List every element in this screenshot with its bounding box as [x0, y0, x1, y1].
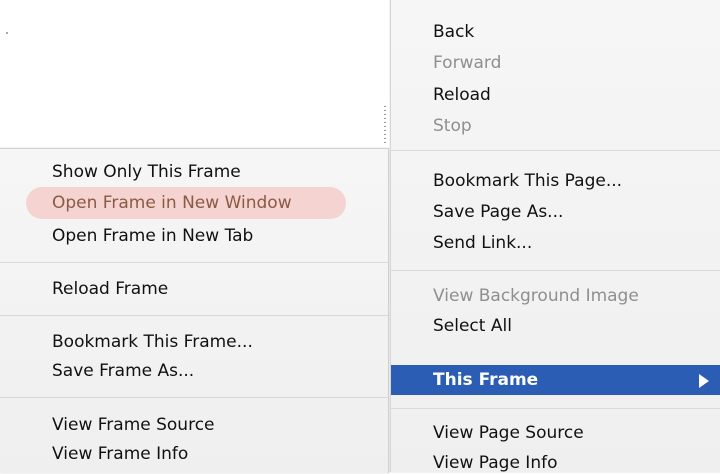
menu-item-this-frame[interactable]: This Frame — [391, 365, 720, 395]
menu-item-back[interactable]: Back — [391, 21, 720, 43]
menu-separator — [0, 397, 388, 398]
frame-submenu: Show Only This Frame Open Frame in New W… — [0, 148, 389, 473]
menu-item-view-background-image[interactable]: View Background Image — [391, 285, 720, 307]
menu-separator — [391, 270, 720, 271]
menu-item-view-page-source[interactable]: View Page Source — [391, 422, 720, 444]
menu-item-bookmark-this-frame[interactable]: Bookmark This Frame... — [0, 331, 388, 353]
menu-grip — [384, 106, 386, 146]
menu-item-select-all[interactable]: Select All — [391, 315, 720, 337]
submenu-arrow-icon — [699, 374, 709, 388]
menu-item-view-frame-info[interactable]: View Frame Info — [0, 443, 388, 465]
menu-item-save-frame-as[interactable]: Save Frame As... — [0, 360, 388, 382]
menu-separator — [0, 262, 388, 263]
menu-separator — [391, 150, 720, 151]
menu-item-forward[interactable]: Forward — [391, 52, 720, 74]
menu-separator — [0, 315, 388, 316]
menu-item-reload[interactable]: Reload — [391, 84, 720, 106]
menu-item-this-frame-label: This Frame — [433, 370, 539, 390]
menu-item-view-page-info[interactable]: View Page Info — [391, 452, 720, 474]
menu-item-show-only-this-frame[interactable]: Show Only This Frame — [0, 161, 388, 183]
menu-item-reload-frame[interactable]: Reload Frame — [0, 278, 388, 300]
menu-separator — [391, 408, 720, 409]
context-menu: Back Forward Reload Stop Bookmark This P… — [390, 0, 720, 474]
menu-item-save-page-as[interactable]: Save Page As... — [391, 201, 720, 223]
menu-item-bookmark-page[interactable]: Bookmark This Page... — [391, 170, 720, 192]
menu-item-stop[interactable]: Stop — [391, 115, 720, 137]
menu-item-view-frame-source[interactable]: View Frame Source — [0, 414, 388, 436]
menu-item-open-frame-new-tab[interactable]: Open Frame in New Tab — [0, 225, 388, 247]
menu-item-open-frame-new-window[interactable]: Open Frame in New Window — [0, 192, 388, 214]
stray-dot — [6, 32, 8, 34]
menu-item-send-link[interactable]: Send Link... — [391, 232, 720, 254]
